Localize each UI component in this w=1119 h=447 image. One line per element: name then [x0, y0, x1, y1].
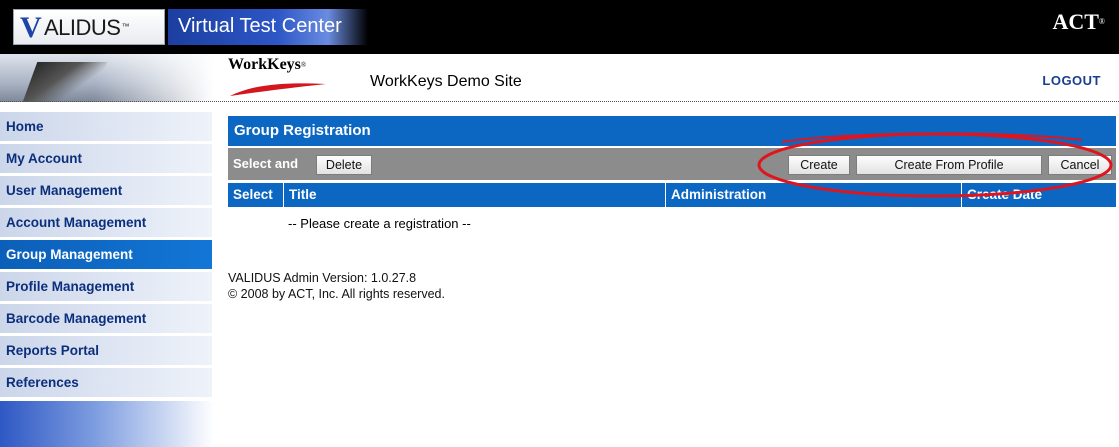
workkeys-logo: WorkKeys® — [228, 56, 307, 73]
delete-button[interactable]: Delete — [316, 155, 372, 175]
validus-logo-v: V — [20, 11, 42, 44]
sidebar-item-group-management[interactable]: Group Management — [0, 240, 212, 270]
sidebar-item-profile-management[interactable]: Profile Management — [0, 272, 212, 302]
sidebar-decoration — [0, 401, 214, 447]
create-from-profile-button[interactable]: Create From Profile — [856, 155, 1042, 175]
action-toolbar: Select and Delete Create Create From Pro… — [228, 148, 1116, 180]
sidebar-item-barcode-management[interactable]: Barcode Management — [0, 304, 212, 334]
registration-table-header: Select Title Administration Create Date — [228, 183, 1116, 207]
copyright: © 2008 by ACT, Inc. All rights reserved. — [228, 287, 445, 301]
product-title: Virtual Test Center — [178, 15, 342, 37]
workkeys-swoosh-icon — [230, 83, 326, 96]
column-header-administration[interactable]: Administration — [666, 183, 962, 207]
header-divider — [0, 101, 1119, 102]
column-header-title[interactable]: Title — [284, 183, 666, 207]
act-logo: ACT® — [1052, 9, 1105, 34]
logout-link[interactable]: LOGOUT — [1042, 73, 1101, 89]
validus-logo-text: ALIDUS™ — [44, 15, 129, 40]
column-header-select[interactable]: Select — [228, 183, 284, 207]
sidebar-item-user-management[interactable]: User Management — [0, 176, 212, 206]
site-name: WorkKeys Demo Site — [370, 73, 522, 90]
validus-logo: V ALIDUS™ — [13, 9, 165, 45]
sidebar-item-home[interactable]: Home — [0, 112, 212, 142]
sidebar-item-account-management[interactable]: Account Management — [0, 208, 212, 238]
column-header-create-date[interactable]: Create Date — [962, 183, 1116, 207]
sidebar-item-my-account[interactable]: My Account — [0, 144, 212, 174]
empty-table-message: -- Please create a registration -- — [288, 216, 471, 231]
create-button[interactable]: Create — [788, 155, 850, 175]
sidebar-item-reports-portal[interactable]: Reports Portal — [0, 336, 212, 366]
select-and-label: Select and — [233, 156, 299, 171]
sidebar-nav: Home My Account User Management Account … — [0, 112, 214, 447]
page-title: Group Registration — [228, 116, 1116, 146]
admin-version: VALIDUS Admin Version: 1.0.27.8 — [228, 271, 417, 285]
cancel-button[interactable]: Cancel — [1048, 155, 1112, 175]
sidebar-item-references[interactable]: References — [0, 368, 212, 398]
header-graphic — [0, 54, 214, 102]
